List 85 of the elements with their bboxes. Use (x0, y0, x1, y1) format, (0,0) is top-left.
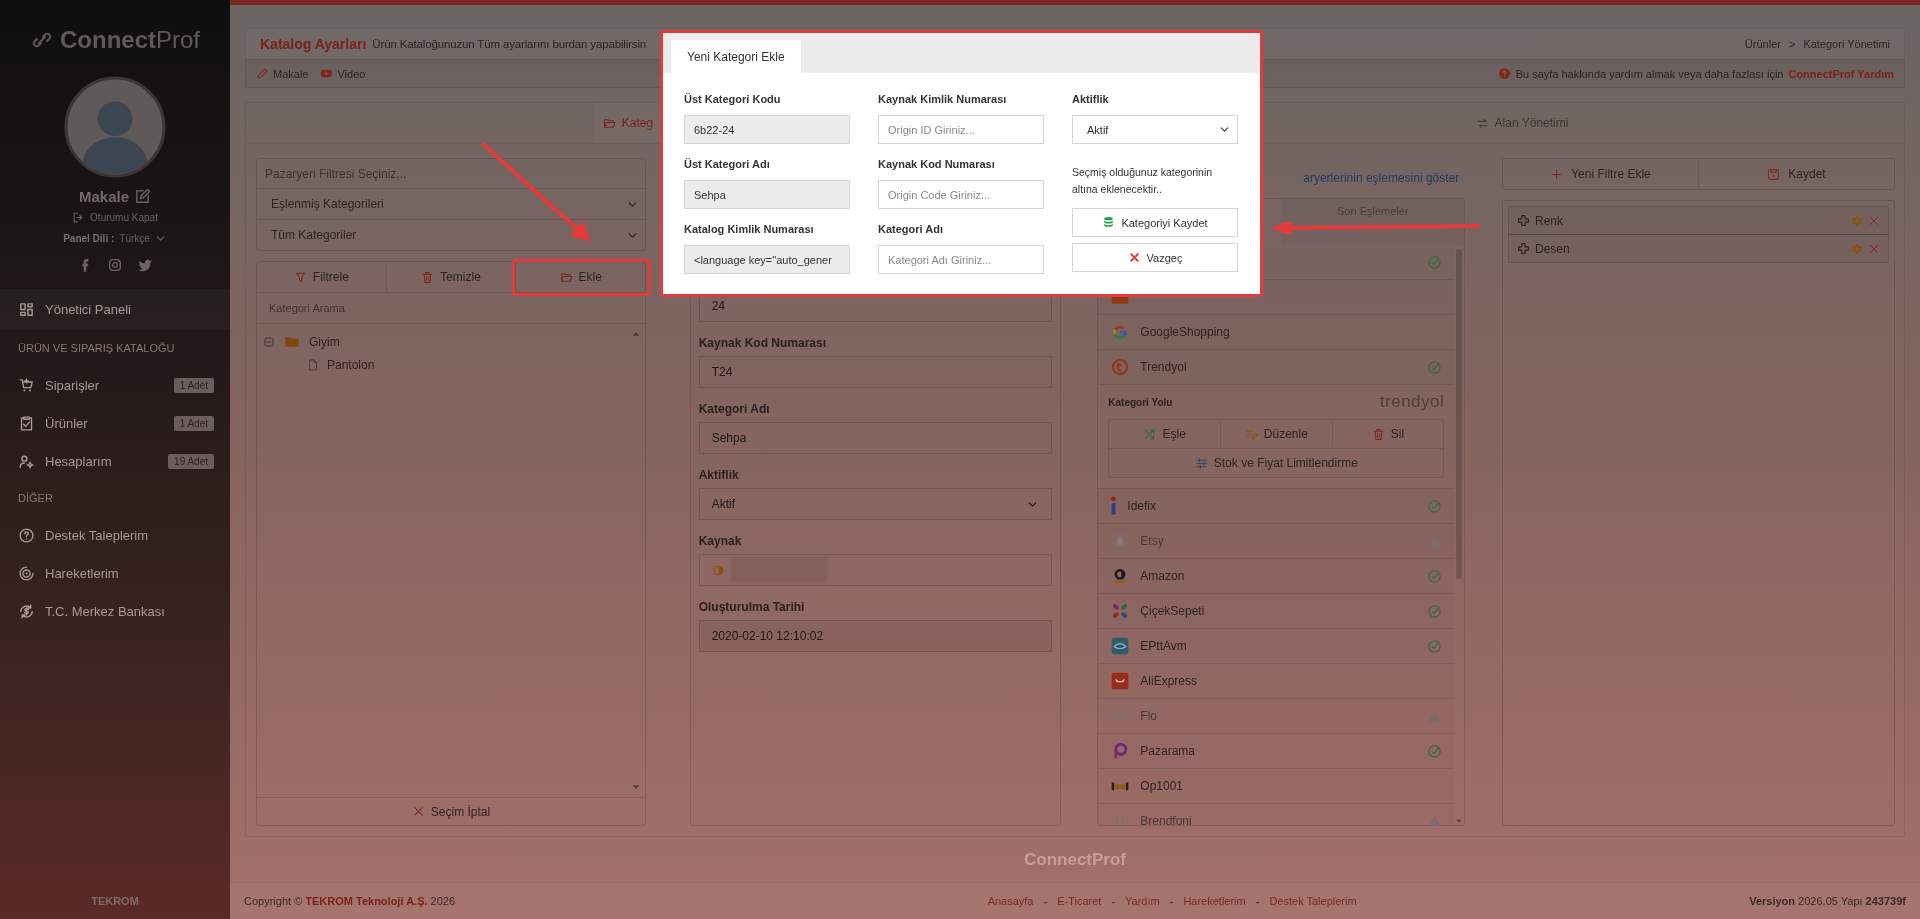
cancel-selection-button[interactable]: Seçim İptal (257, 797, 645, 825)
category-search-field[interactable]: Kategori Arama (257, 293, 645, 324)
language-label: Panel Dili : (63, 233, 115, 244)
field-label: Üst Kategori Adı (684, 158, 771, 172)
readonly-field[interactable]: <language key="auto_gener (684, 245, 850, 274)
category-dropdown[interactable]: Eşlenmiş Kategorileri (256, 189, 646, 220)
date-field: 2020-02-10 12:10:02 (698, 620, 1052, 652)
marketplace-logo-text: trendyol (1379, 392, 1445, 412)
menu-item[interactable]: Yönetici Paneli (0, 289, 230, 330)
input-field[interactable]: Origin Code Giriniz... (878, 180, 1044, 209)
field-label: Kaynak Kimlik Numarası (878, 93, 1008, 107)
status-dropdown[interactable]: Aktif (698, 488, 1052, 520)
field-label: Üst Kategori Kodu (684, 93, 782, 107)
filter-item[interactable]: Desen (1507, 234, 1889, 263)
logout-link[interactable]: Oturumu Kapat (72, 211, 158, 224)
company-name: TEKROM (91, 895, 139, 907)
header-link[interactable]: Makale (256, 67, 309, 80)
link-separator: - (1169, 895, 1174, 907)
footer-link[interactable]: Yardım (1125, 895, 1160, 907)
status-dropdown[interactable]: Aktif (1072, 115, 1238, 144)
input-field[interactable]: Kategori Adı Giriniz... (878, 245, 1044, 274)
menu-item[interactable]: T.C. Merkez Bankası (0, 592, 230, 630)
info-text: Seçmiş olduğunuz kategorinin altına eklenecektir.. (1072, 165, 1214, 197)
link-separator: - (1043, 895, 1048, 907)
action-button[interactable]: Eşle (1109, 420, 1221, 448)
text-field[interactable]: Sehpa (698, 422, 1052, 454)
readonly-field[interactable]: Sehpa (684, 180, 850, 209)
save-category-button[interactable]: Kategoriyi Kaydet (1072, 208, 1238, 237)
marketplace-row[interactable]: Op1001 (1098, 769, 1455, 804)
toolbar-button[interactable]: Temizle (386, 262, 517, 292)
field-label: Kaynak Kod Numarası (878, 158, 996, 172)
user-name: Makale (78, 188, 129, 205)
field-label: Oluşturulma Tarihi (698, 600, 806, 614)
tree-item[interactable]: Pantolon (327, 357, 375, 372)
toolbar-button[interactable]: Kaydet (1698, 159, 1894, 189)
field-label: Aktiflik (698, 468, 740, 482)
action-button[interactable]: Düzenle (1221, 420, 1333, 448)
version-text: Versiyon 2026.05 Yapı 243739f (1749, 895, 1906, 907)
field-label: Aktiflik (1072, 93, 1110, 107)
count-badge: 1 Adet (173, 415, 214, 431)
footer-link[interactable]: Destek Taleplerim (1269, 895, 1357, 907)
link-separator: - (1255, 895, 1260, 907)
field-label: Kategori Adı (698, 402, 771, 416)
menu-item[interactable]: Destek Taleplerim (0, 516, 230, 554)
tree-item[interactable]: Giyim (309, 334, 340, 349)
toolbar-button[interactable]: Yeni Filtre Ekle (1502, 159, 1699, 189)
tab[interactable]: Kateg (594, 103, 662, 143)
menu-section-title: ÜRÜN VE SIPARIŞ KATALOĞU (17, 341, 176, 356)
action-button[interactable]: Stok ve Fiyat Limitlendirme (1109, 449, 1444, 477)
logo-text: ConnectProf (60, 26, 200, 54)
page-title: Katalog Ayarları (260, 36, 367, 52)
count-badge: 1 Adet (173, 377, 214, 393)
breadcrumb-separator: > (1788, 38, 1796, 50)
header-link[interactable]: Video (320, 67, 366, 80)
breadcrumb-link[interactable]: Ürünler (1744, 38, 1781, 50)
language-dropdown[interactable]: Türkçe (119, 232, 167, 245)
help-text: Bu sayfa hakkında yardım almak veya daha fazlası için (1515, 67, 1784, 80)
input-field[interactable]: Origin ID Giriniz... (878, 115, 1044, 144)
menu-item[interactable]: Siparişler 1 Adet (0, 366, 230, 404)
filter-item[interactable]: Renk (1507, 206, 1889, 235)
cancel-button[interactable]: Vazgeç (1072, 243, 1238, 272)
field-label: Kategori Adı (878, 223, 944, 237)
copyright-text: Copyright © TEKROM Teknoloji A.Ş. 2026 (244, 895, 456, 907)
field-label: Katalog Kimlik Numarası (684, 223, 815, 237)
menu-section-title: DİĞER (17, 491, 54, 506)
help-link[interactable]: ConnectProf Yardım (1788, 67, 1894, 80)
field-label: Kaynak (698, 534, 743, 548)
text-field[interactable]: T24 (698, 356, 1052, 388)
menu-item[interactable]: Ürünler 1 Adet (0, 404, 230, 442)
footer-link[interactable]: Anasayfa (987, 895, 1034, 907)
breadcrumb-link[interactable]: Kategori Yönetimi (1803, 38, 1890, 50)
footer-link[interactable]: Hareketlerim (1183, 895, 1246, 907)
readonly-field[interactable]: 6b22-24 (684, 115, 850, 144)
toolbar-button[interactable]: Filtrele (257, 262, 387, 292)
footer-link[interactable]: E-Ticaret (1057, 895, 1102, 907)
action-button[interactable]: Sil (1332, 420, 1444, 448)
link-separator: - (1111, 895, 1116, 907)
category-dropdown[interactable]: Tüm Kategoriler (256, 220, 646, 251)
tab[interactable]: Yeni Kategori Ekle (671, 40, 801, 73)
mapping-link[interactable]: aryerlerinin eşlemesini göster (1303, 171, 1460, 185)
menu-item[interactable]: Hareketlerim (0, 554, 230, 592)
field-label: Kaynak Kod Numarası (698, 336, 828, 350)
field-label: Kategori Yolu (1108, 396, 1173, 408)
page-subtitle: Ürün Kataloğunuzun Tüm ayarlarını burdan yapabilirsin (372, 38, 647, 50)
toolbar-button[interactable]: Ekle (516, 262, 645, 292)
